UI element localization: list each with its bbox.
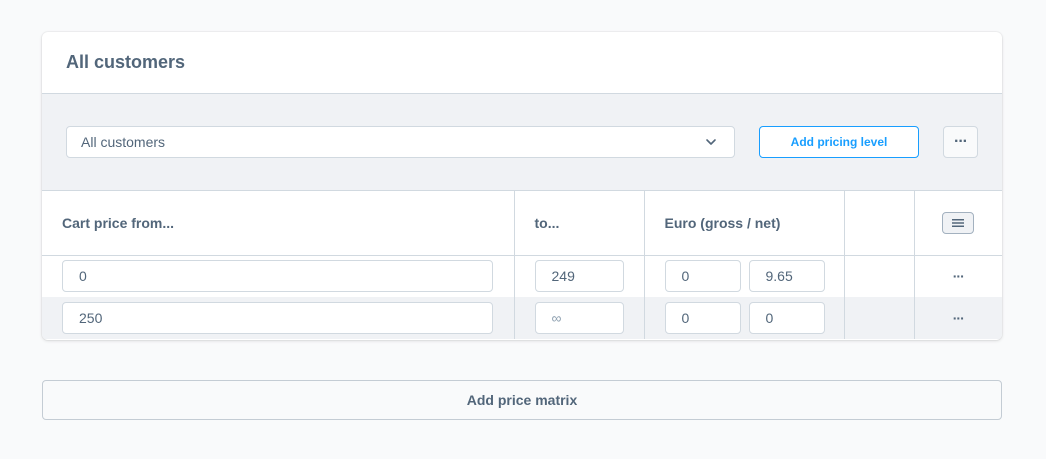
gross-price-input[interactable]: 0 (664, 302, 741, 334)
net-price-input[interactable]: 9.65 (748, 260, 825, 293)
price-to-input[interactable]: 249 (534, 260, 624, 293)
cell-from: 0 (42, 255, 515, 297)
price-to-input[interactable]: ∞ (534, 302, 624, 334)
price-matrix-card: All customers All customers Add pricing … (42, 32, 1002, 340)
customer-rule-select-value: All customers (81, 134, 166, 150)
cell-empty (844, 297, 915, 339)
add-price-matrix-button[interactable]: Add price matrix (42, 380, 1002, 420)
row-actions-button[interactable]: ··· (914, 297, 1002, 339)
column-settings-button[interactable] (942, 211, 975, 234)
card-title: All customers (66, 52, 186, 72)
cell-price: 0 0 (644, 297, 845, 339)
column-header-to: to... (514, 191, 645, 256)
gross-price-input[interactable]: 0 (664, 260, 741, 293)
price-from-input[interactable]: 250 (62, 302, 493, 334)
price-from-input[interactable]: 0 (62, 260, 493, 293)
table-row: 0 249 0 9.65 ··· (42, 255, 1002, 297)
more-icon: ··· (954, 133, 968, 150)
card-header: All customers (42, 32, 1002, 94)
customer-rule-select[interactable]: All customers (66, 126, 735, 158)
table-row: 250 ∞ 0 0 ··· (42, 297, 1002, 339)
net-price-input[interactable]: 0 (748, 302, 825, 334)
cell-price: 0 9.65 (644, 255, 845, 297)
cell-to: ∞ (514, 297, 645, 339)
cell-from: 250 (42, 297, 515, 339)
chevron-down-icon (706, 139, 716, 145)
column-header-from: Cart price from... (42, 191, 515, 256)
table-header-row: Cart price from... to... Euro (gross / n… (42, 191, 1002, 256)
more-options-button[interactable]: ··· (943, 126, 978, 158)
hamburger-icon (952, 218, 965, 227)
column-header-empty (844, 191, 915, 256)
column-header-settings (914, 191, 1002, 256)
matrix-toolbar: All customers Add pricing level ··· (42, 94, 1002, 191)
row-actions-button[interactable]: ··· (914, 255, 1002, 297)
price-table: Cart price from... to... Euro (gross / n… (42, 191, 1002, 339)
column-header-currency: Euro (gross / net) (644, 191, 845, 256)
add-pricing-level-button[interactable]: Add pricing level (759, 126, 919, 158)
cell-to: 249 (514, 255, 645, 297)
cell-empty (844, 255, 915, 297)
